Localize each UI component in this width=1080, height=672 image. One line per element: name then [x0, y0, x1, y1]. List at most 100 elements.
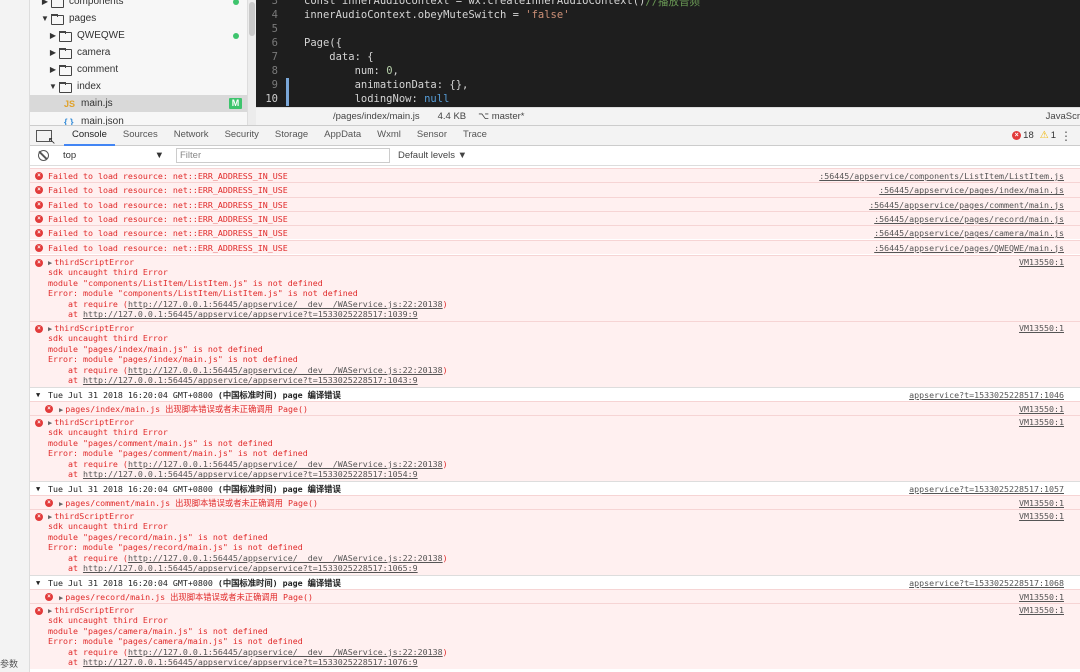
- console-group-error[interactable]: × ▶ pages/comment/main.js 出现脚本错误或者未正确调用 Pa…: [30, 494, 1080, 510]
- file-tree-item[interactable]: ▶ camera: [30, 44, 247, 61]
- console-error-block[interactable]: × ▶ thirdScriptError sdk uncaught third Err…: [30, 254, 1080, 321]
- file-tree-item[interactable]: ▶ comment: [30, 61, 247, 78]
- source-link[interactable]: appservice?t=1533025228517:1057: [909, 482, 1064, 496]
- expand-arrow-icon[interactable]: ▶: [48, 259, 52, 267]
- console-error-block[interactable]: × ▶ thirdScriptError sdk uncaught third Err…: [30, 508, 1080, 575]
- chevron-down-icon[interactable]: ▼: [48, 82, 58, 91]
- console-group-header[interactable]: ▼ Tue Jul 31 2018 16:20:04 GMT+0800 (中国标准…: [30, 480, 1080, 496]
- stack-link[interactable]: http://127.0.0.1:56445/appservice/appser…: [83, 375, 418, 385]
- source-link[interactable]: appservice?t=1533025228517:1068: [909, 576, 1064, 590]
- stack-link[interactable]: http://127.0.0.1:56445/appservice/__dev_…: [128, 647, 443, 657]
- tab-sources[interactable]: Sources: [115, 125, 166, 146]
- chevron-right-icon[interactable]: ▶: [40, 0, 50, 6]
- console-group-error[interactable]: × ▶ pages/index/main.js 出现脚本错误或者未正确调用 Page…: [30, 400, 1080, 416]
- file-tree-item[interactable]: JS main.js M: [30, 95, 247, 112]
- tab-storage[interactable]: Storage: [267, 125, 316, 146]
- console-error-block[interactable]: × ▶ thirdScriptError sdk uncaught third Err…: [30, 602, 1080, 669]
- code-line[interactable]: 7 data: {: [256, 50, 1080, 64]
- code-line[interactable]: 6 Page({: [256, 36, 1080, 50]
- console-group-error[interactable]: × ▶ pages/record/main.js 出现脚本错误或者未正确调用 Pag…: [30, 588, 1080, 604]
- file-tree-item[interactable]: ▶ components: [30, 0, 247, 10]
- tab-security[interactable]: Security: [217, 125, 267, 146]
- console-output[interactable]: × Failed to load resource: net::ERR_ADDRE…: [30, 166, 1080, 672]
- stack-link[interactable]: http://127.0.0.1:56445/appservice/appser…: [83, 469, 418, 479]
- stack-link[interactable]: http://127.0.0.1:56445/appservice/appser…: [83, 657, 418, 667]
- tab-wxml[interactable]: Wxml: [369, 125, 409, 146]
- tab-appdata[interactable]: AppData: [316, 125, 369, 146]
- console-error-message[interactable]: × Failed to load resource: net::ERR_ADDRE…: [30, 168, 1080, 183]
- source-link[interactable]: VM13550:1: [1019, 323, 1064, 333]
- source-link[interactable]: :56445/appservice/components/ListItem/Li…: [819, 171, 1064, 181]
- chevron-down-icon[interactable]: ▼: [36, 388, 40, 402]
- expand-arrow-icon[interactable]: ▶: [48, 419, 52, 427]
- console-error-message[interactable]: × Failed to load resource: net::ERR_ADDRE…: [30, 239, 1080, 254]
- kebab-menu-icon[interactable]: ⋮: [1060, 129, 1072, 143]
- stack-link[interactable]: http://127.0.0.1:56445/appservice/appser…: [83, 563, 418, 573]
- tab-trace[interactable]: Trace: [455, 125, 495, 146]
- source-link[interactable]: :56445/appservice/pages/index/main.js: [879, 185, 1064, 195]
- file-tree-scrollbar[interactable]: [248, 0, 256, 125]
- stack-link[interactable]: http://127.0.0.1:56445/appservice/__dev_…: [128, 459, 443, 469]
- expand-arrow-icon[interactable]: ▶: [59, 594, 63, 602]
- file-tree-item[interactable]: ▶ QWEQWE: [30, 27, 247, 44]
- tab-console[interactable]: Console: [64, 125, 115, 146]
- error-title[interactable]: ▶ thirdScriptError: [48, 257, 448, 268]
- tab-sensor[interactable]: Sensor: [409, 125, 455, 146]
- error-title[interactable]: ▶ thirdScriptError: [48, 605, 448, 616]
- error-title[interactable]: ▶ thirdScriptError: [48, 511, 448, 522]
- source-link[interactable]: VM13550:1: [1019, 605, 1064, 615]
- source-link[interactable]: :56445/appservice/pages/camera/main.js: [874, 228, 1064, 238]
- source-link[interactable]: VM13550:1: [1019, 511, 1064, 521]
- code-line[interactable]: 8 num: 0,: [256, 64, 1080, 78]
- filter-input[interactable]: [176, 148, 390, 163]
- source-link[interactable]: :56445/appservice/pages/record/main.js: [874, 214, 1064, 224]
- language-mode[interactable]: JavaScr: [1046, 111, 1080, 122]
- tab-network[interactable]: Network: [166, 125, 217, 146]
- source-link[interactable]: VM13550:1: [1019, 496, 1064, 510]
- stack-link[interactable]: http://127.0.0.1:56445/appservice/appser…: [83, 309, 418, 319]
- stack-link[interactable]: http://127.0.0.1:56445/appservice/__dev_…: [128, 299, 443, 309]
- source-link[interactable]: VM13550:1: [1019, 402, 1064, 416]
- console-error-message[interactable]: × Failed to load resource: net::ERR_ADDRE…: [30, 182, 1080, 197]
- console-error-message[interactable]: × Failed to load resource: net::ERR_ADDRE…: [30, 196, 1080, 211]
- code-line[interactable]: 10 lodingNow: null: [256, 92, 1080, 106]
- expand-arrow-icon[interactable]: ▶: [48, 513, 52, 521]
- error-title[interactable]: ▶ thirdScriptError: [48, 417, 448, 428]
- source-link[interactable]: VM13550:1: [1019, 257, 1064, 267]
- clear-console-icon[interactable]: [38, 150, 49, 161]
- code-line[interactable]: 9 animationData: {},: [256, 78, 1080, 92]
- console-error-block[interactable]: × ▶ thirdScriptError sdk uncaught third Err…: [30, 320, 1080, 387]
- chevron-right-icon[interactable]: ▶: [48, 48, 58, 57]
- chevron-right-icon[interactable]: ▶: [48, 65, 58, 74]
- issue-counts[interactable]: × 18 ⚠ 1: [1012, 130, 1056, 141]
- chevron-down-icon[interactable]: ▼: [40, 14, 50, 23]
- console-error-message[interactable]: × Failed to load resource: net::ERR_ADDRE…: [30, 225, 1080, 240]
- scrollbar-thumb[interactable]: [249, 2, 255, 36]
- chevron-down-icon[interactable]: ▼: [36, 576, 40, 590]
- file-tree-item[interactable]: ▼ index: [30, 78, 247, 95]
- source-link[interactable]: VM13550:1: [1019, 590, 1064, 604]
- inspect-icon[interactable]: [36, 129, 56, 147]
- expand-arrow-icon[interactable]: ▶: [48, 607, 52, 615]
- chevron-down-icon[interactable]: ▼: [36, 482, 40, 496]
- file-tree-item[interactable]: ▼ pages: [30, 10, 247, 27]
- chevron-right-icon[interactable]: ▶: [48, 31, 58, 40]
- file-tree-item[interactable]: { } main.json: [30, 113, 247, 125]
- code-editor[interactable]: 3 const innerAudioContext = wx.createInne…: [256, 0, 1080, 107]
- expand-arrow-icon[interactable]: ▶: [59, 500, 63, 508]
- expand-arrow-icon[interactable]: ▶: [59, 406, 63, 414]
- log-levels-dropdown[interactable]: Default levels ▼: [398, 150, 467, 161]
- console-group-header[interactable]: ▼ Tue Jul 31 2018 16:20:04 GMT+0800 (中国标准…: [30, 574, 1080, 590]
- console-error-message[interactable]: × Failed to load resource: net::ERR_ADDRE…: [30, 210, 1080, 226]
- code-line[interactable]: 3 const innerAudioContext = wx.createInne…: [256, 0, 1080, 8]
- git-branch[interactable]: ⌥ master*: [478, 111, 524, 122]
- expand-arrow-icon[interactable]: ▶: [48, 325, 52, 333]
- context-selector[interactable]: top ▼: [63, 150, 168, 161]
- stack-link[interactable]: http://127.0.0.1:56445/appservice/__dev_…: [128, 553, 443, 563]
- console-error-block[interactable]: × ▶ thirdScriptError sdk uncaught third Err…: [30, 414, 1080, 481]
- source-link[interactable]: :56445/appservice/pages/QWEQWE/main.js: [874, 243, 1064, 253]
- error-title[interactable]: ▶ thirdScriptError: [48, 323, 448, 334]
- code-line[interactable]: 4 innerAudioContext.obeyMuteSwitch = 'fal…: [256, 8, 1080, 22]
- file-tree[interactable]: ▶ components ▼ pages ▶ QWEQWE ▶ camera ▶ comment ▼…: [30, 0, 248, 125]
- source-link[interactable]: VM13550:1: [1019, 417, 1064, 427]
